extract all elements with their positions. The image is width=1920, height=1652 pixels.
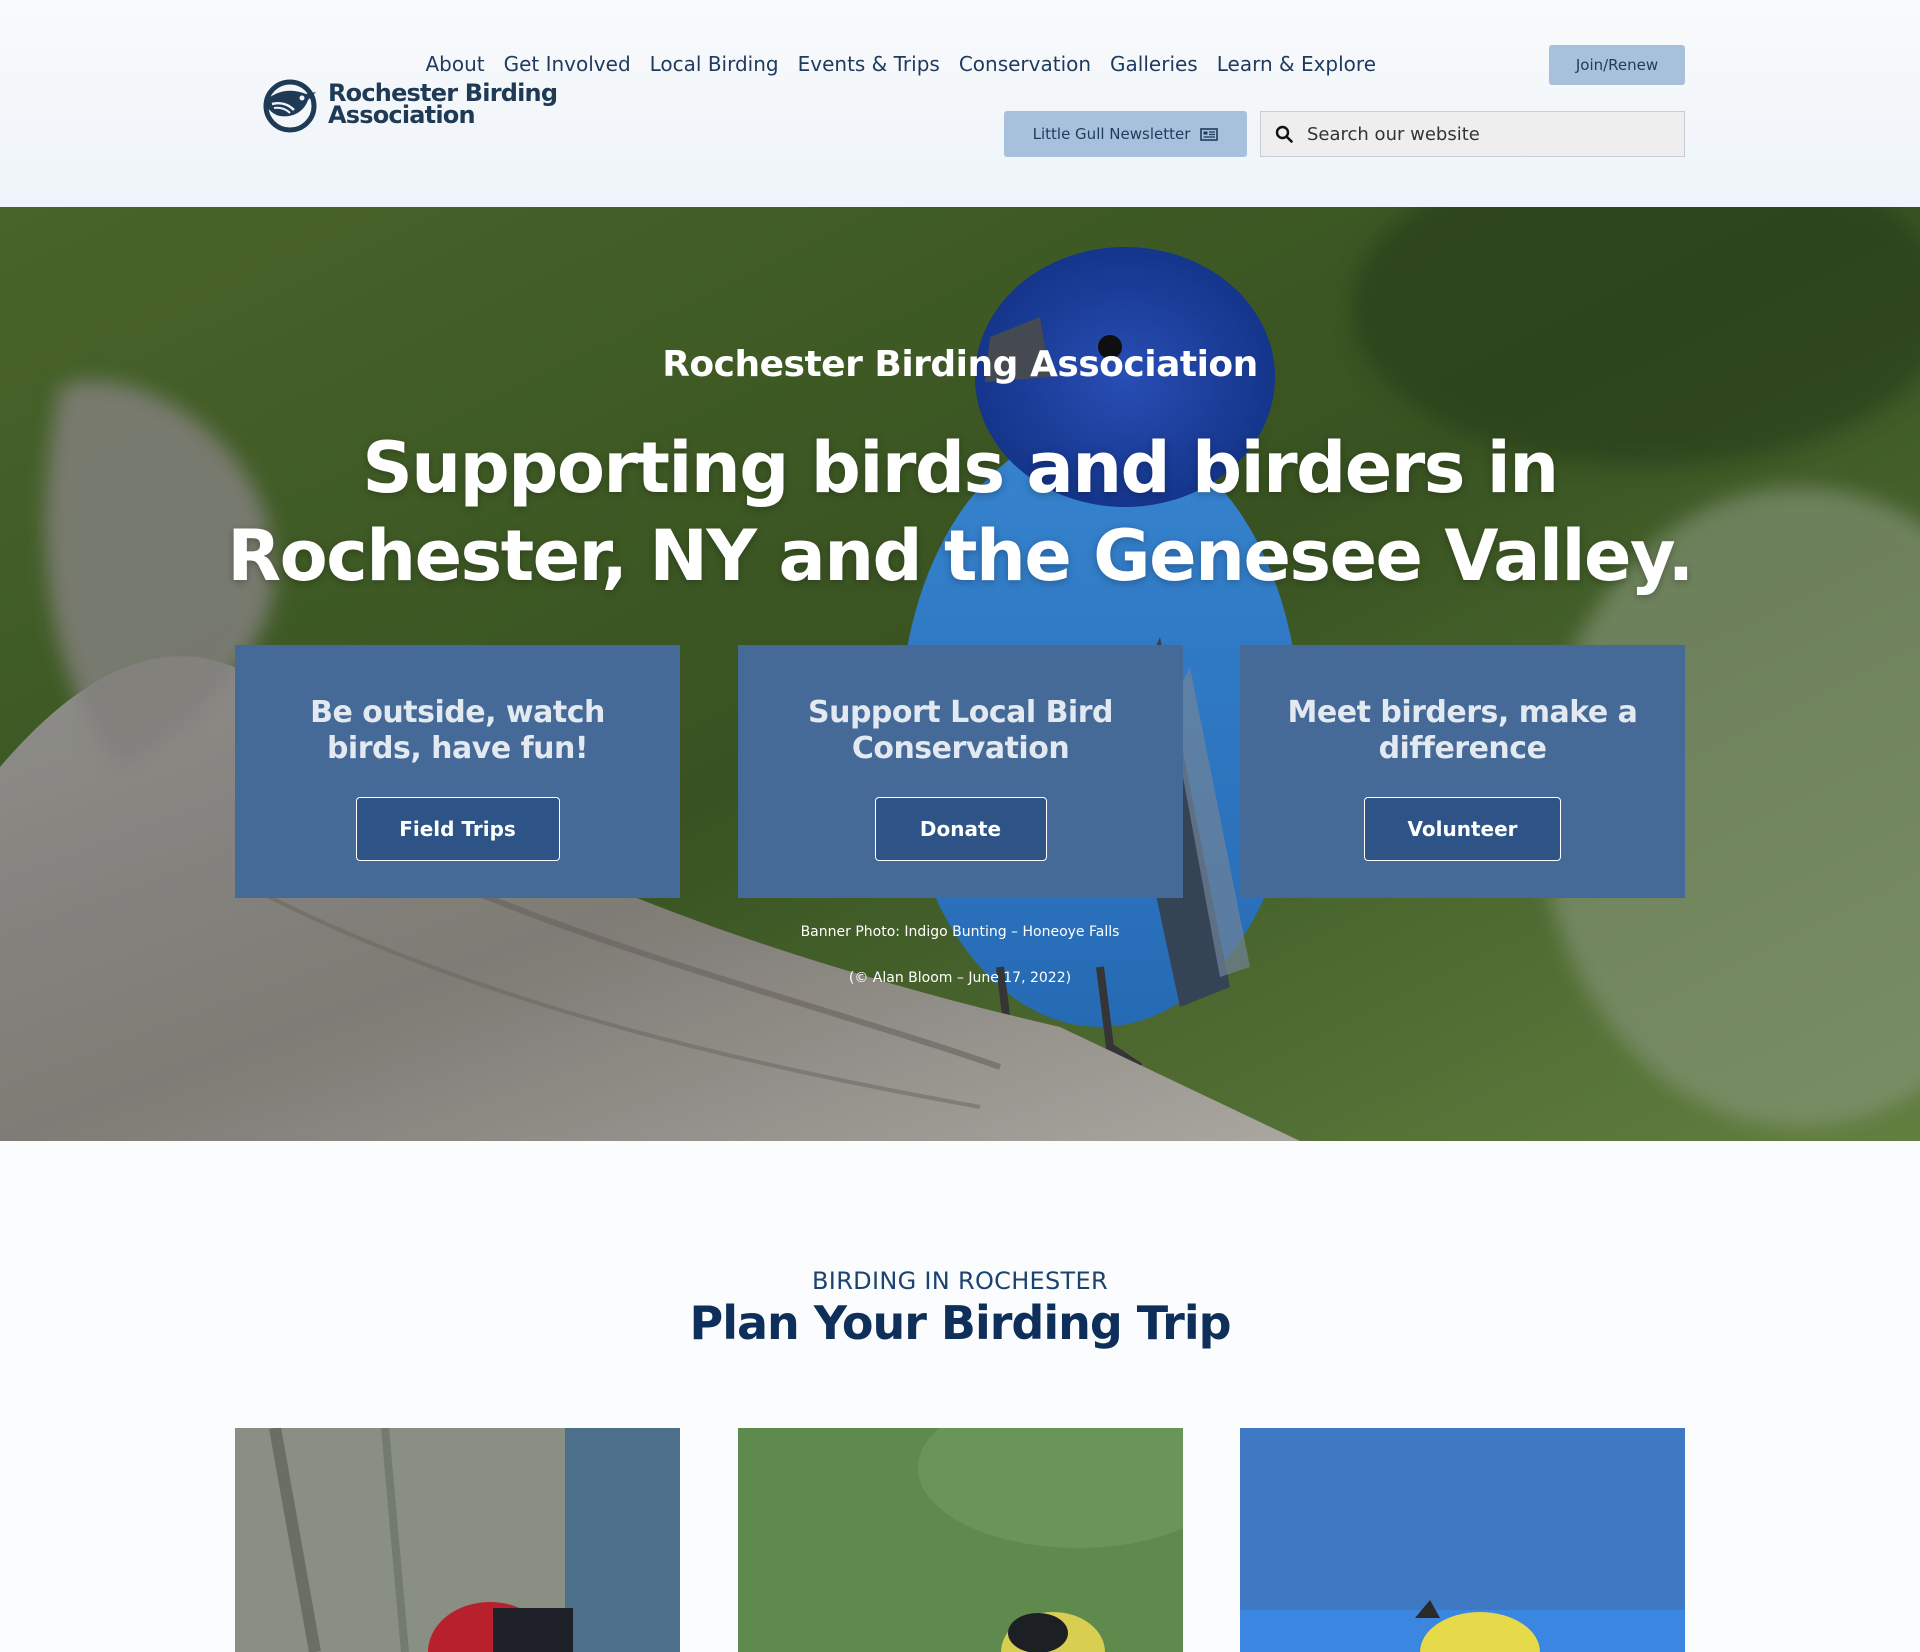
card-heading: Be outside, watch birds, have fun! bbox=[310, 695, 605, 766]
newsletter-label: Little Gull Newsletter bbox=[1032, 125, 1191, 143]
photo-credit-line-2: (© Alan Bloom – June 17, 2022) bbox=[848, 970, 1072, 986]
card-field-trips: Be outside, watch birds, have fun! Field… bbox=[235, 645, 680, 898]
hero-eyebrow: Rochester Birding Association bbox=[662, 344, 1258, 385]
search-icon bbox=[1275, 125, 1293, 143]
newspaper-icon bbox=[1200, 128, 1219, 141]
nav-galleries[interactable]: Galleries bbox=[1110, 52, 1198, 76]
trip-card-woodpecker[interactable] bbox=[235, 1428, 680, 1652]
donate-button[interactable]: Donate bbox=[874, 797, 1047, 861]
hero-headline: Supporting birds and birders in Rocheste… bbox=[227, 427, 1694, 597]
section-title: Plan Your Birding Trip bbox=[689, 1296, 1231, 1350]
logo-line-2: Association bbox=[328, 101, 476, 129]
warbler-photo bbox=[1240, 1428, 1685, 1652]
nav-conservation[interactable]: Conservation bbox=[959, 52, 1091, 76]
site-search[interactable] bbox=[1260, 111, 1685, 157]
card-volunteer: Meet birders, make a difference Voluntee… bbox=[1240, 645, 1685, 898]
card-heading: Meet birders, make a difference bbox=[1287, 695, 1638, 766]
woodpecker-photo bbox=[235, 1428, 680, 1652]
nav-learn-explore[interactable]: Learn & Explore bbox=[1217, 52, 1376, 76]
field-trips-button[interactable]: Field Trips bbox=[355, 797, 560, 861]
site-logo[interactable]: Rochester Birding Association bbox=[258, 72, 558, 136]
nav-about[interactable]: About bbox=[425, 52, 484, 76]
trip-card-warbler[interactable] bbox=[1240, 1428, 1685, 1652]
site-header: Rochester Birding Association About Get … bbox=[0, 0, 1920, 207]
bird-logo-icon bbox=[263, 79, 317, 133]
volunteer-button[interactable]: Volunteer bbox=[1364, 797, 1561, 861]
card-conservation: Support Local Bird Conservation Donate bbox=[738, 645, 1183, 898]
nav-local-birding[interactable]: Local Birding bbox=[650, 52, 779, 76]
section-eyebrow: BIRDING IN ROCHESTER bbox=[812, 1267, 1108, 1295]
nav-events-trips[interactable]: Events & Trips bbox=[798, 52, 940, 76]
nav-get-involved[interactable]: Get Involved bbox=[504, 52, 631, 76]
trip-card-goldfinch[interactable] bbox=[738, 1428, 1183, 1652]
hero-banner: Rochester Birding Association Supporting… bbox=[0, 207, 1920, 1141]
card-heading: Support Local Bird Conservation bbox=[807, 695, 1114, 766]
logo-wordmark: Rochester Birding Association bbox=[328, 81, 558, 129]
join-renew-button[interactable]: Join/Renew bbox=[1549, 45, 1685, 85]
main-nav: About Get Involved Local Birding Events … bbox=[425, 52, 1376, 76]
newsletter-button[interactable]: Little Gull Newsletter bbox=[1004, 111, 1247, 157]
search-input[interactable] bbox=[1307, 123, 1667, 145]
photo-credit-line-1: Banner Photo: Indigo Bunting – Honeoye F… bbox=[800, 924, 1120, 940]
goldfinch-photo bbox=[738, 1428, 1183, 1652]
